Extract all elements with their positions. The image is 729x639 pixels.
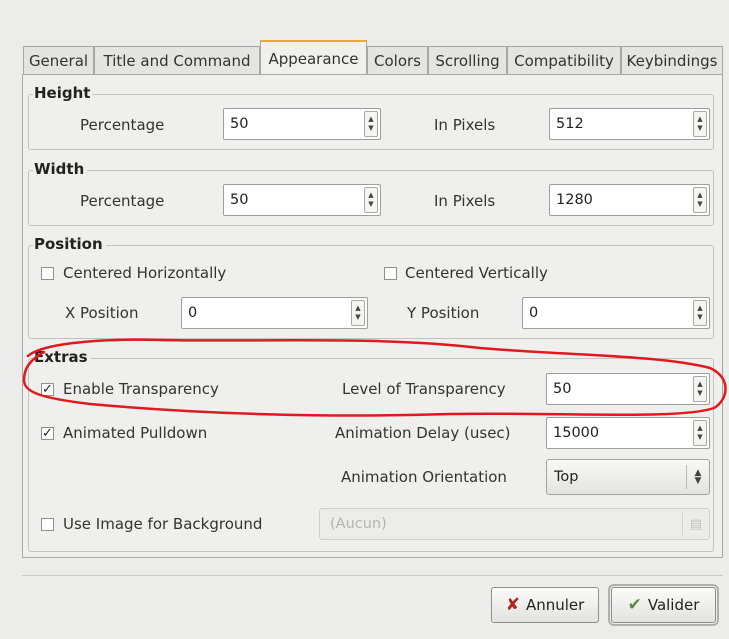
ok-button-label: Valider xyxy=(647,596,700,614)
checkmark-icon: ✔ xyxy=(627,595,642,615)
cancel-button[interactable]: ✘ Annuler xyxy=(491,587,599,623)
annotation-ellipse xyxy=(22,338,727,417)
dialog-separator xyxy=(22,575,723,576)
red-annotation-outline xyxy=(22,338,727,417)
x-mark-icon: ✘ xyxy=(505,595,520,615)
cancel-button-label: Annuler xyxy=(525,596,585,614)
ok-button[interactable]: ✔ Valider xyxy=(608,584,719,626)
